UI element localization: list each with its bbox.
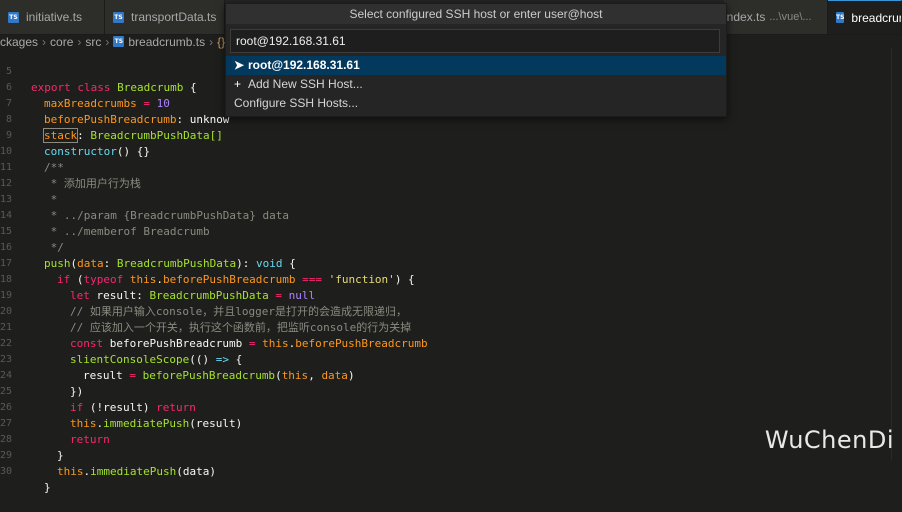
code-line: 15 */ xyxy=(0,208,902,254)
code-text: } xyxy=(44,481,51,494)
quickpick-item-label: Add New SSH Host... xyxy=(248,77,363,91)
tab-label: breadcrum xyxy=(851,10,901,25)
typescript-file-icon: TS xyxy=(8,11,19,23)
typescript-file-icon: TS xyxy=(113,36,125,47)
quickpick-item-configure-hosts[interactable]: Configure SSH Hosts... xyxy=(226,94,726,113)
tab-path: ...\vue\... xyxy=(769,11,812,23)
breadcrumb-item[interactable]: ckages xyxy=(0,35,38,49)
code-line: 12 * xyxy=(0,160,902,206)
chevron-right-icon: › xyxy=(77,34,82,49)
breadcrumb-item[interactable]: {} xyxy=(217,35,225,49)
tab-breadcrumb[interactable]: TS breadcrum xyxy=(828,0,902,34)
breadcrumb-item[interactable]: core xyxy=(50,35,73,49)
code-line: 22 slientConsoleScope(() => { xyxy=(0,320,902,366)
code-line: 18 let result: BreadcrumbPushData = null xyxy=(0,256,902,302)
plus-icon: + xyxy=(234,77,242,91)
tab-label: index.ts xyxy=(724,10,766,24)
editor-scrollbar[interactable] xyxy=(891,48,902,460)
code-line: 17 if (typeof this.beforePushBreadcrumb … xyxy=(0,240,902,286)
watermark: WuChenDi xyxy=(764,426,894,454)
quickpick-item-label: root@192.168.31.61 xyxy=(248,58,360,72)
breadcrumb-item[interactable]: breadcrumb.ts xyxy=(128,35,205,49)
code-line: 21 const beforePushBreadcrumb = this.bef… xyxy=(0,304,902,350)
code-line: 11 * 添加用户行为栈 xyxy=(0,144,902,190)
tab-index[interactable]: index.ts ...\vue\... xyxy=(724,0,828,34)
quickpick-item-recent-host[interactable]: ➤ root@192.168.31.61 xyxy=(226,56,726,75)
code-line: 24 }) xyxy=(0,352,902,398)
arrow-right-icon: ➤ xyxy=(234,58,245,72)
code-line: 25 if (!result) return xyxy=(0,368,902,414)
code-line: 20 // 应该加入一个开关，执行这个函数前，把监听console的行为关掉 xyxy=(0,288,902,334)
tab-initiative[interactable]: TS initiative.ts xyxy=(0,0,105,34)
code-line: 23 result = beforePushBreadcrumb(this, d… xyxy=(0,336,902,382)
chevron-right-icon: › xyxy=(105,34,110,49)
quickpick-list: ➤ root@192.168.31.61 + Add New SSH Host...… xyxy=(226,56,726,113)
chevron-right-icon: › xyxy=(42,34,47,49)
code-line: 27 return xyxy=(0,400,902,446)
line-number: 30 xyxy=(0,466,13,477)
code-line: 10 /** xyxy=(0,128,902,174)
ssh-host-quickpick: Select configured SSH host or enter user… xyxy=(225,3,727,117)
quickpick-title: Select configured SSH host or enter user… xyxy=(226,4,726,24)
quickpick-item-label: Configure SSH Hosts... xyxy=(234,96,359,110)
tab-transportdata[interactable]: TS transportData.ts xyxy=(105,0,225,34)
tab-label: initiative.ts xyxy=(26,10,83,24)
breadcrumb-item[interactable]: src xyxy=(85,35,101,49)
typescript-file-icon: TS xyxy=(113,11,124,23)
code-text: this.immediatePush(data) xyxy=(57,465,216,478)
code-line: 16 push(data: BreadcrumbPushData): void … xyxy=(0,224,902,270)
tab-label: transportData.ts xyxy=(131,10,217,24)
quickpick-item-add-host[interactable]: + Add New SSH Host... xyxy=(226,75,726,94)
code-line: 14 * ../memberof Breadcrumb xyxy=(0,192,902,238)
code-line: 19 // 如果用户输入console，并且logger是打开的会造成无限递归， xyxy=(0,272,902,318)
typescript-file-icon: TS xyxy=(836,12,845,23)
code-line: 26 this.immediatePush(result) xyxy=(0,384,902,430)
chevron-right-icon: › xyxy=(209,34,214,49)
ssh-host-input[interactable]: root@192.168.31.61 xyxy=(230,29,720,53)
code-line: 13 * ../param {BreadcrumbPushData} data xyxy=(0,176,902,222)
